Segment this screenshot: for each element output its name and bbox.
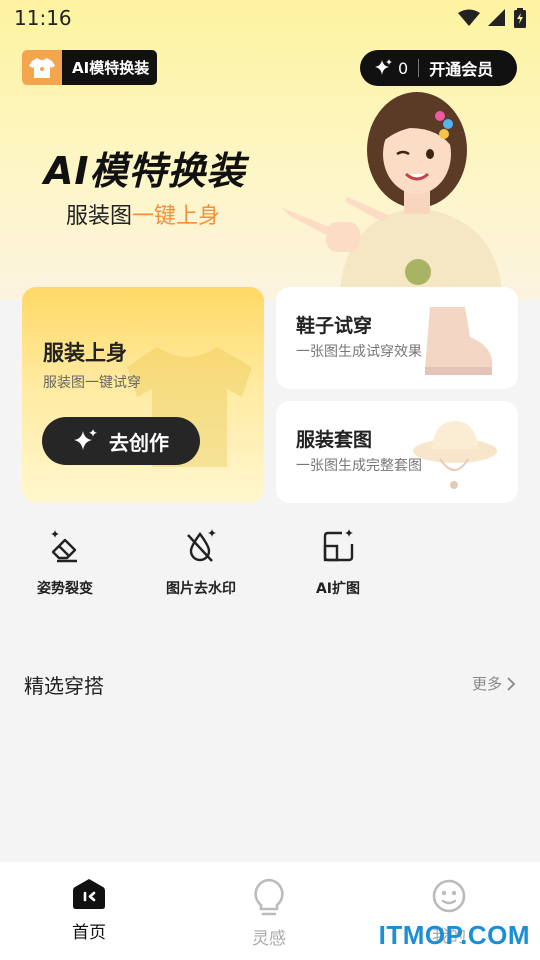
battery-icon <box>514 8 526 28</box>
watermark: ITMOP.COM <box>378 920 530 950</box>
outfit-set-card-subtitle: 一张图生成完整套图 <box>296 458 422 474</box>
lightbulb-icon <box>254 878 284 916</box>
hero-subtitle-accent: 一键上身 <box>132 204 221 229</box>
model-illustration <box>282 92 502 288</box>
create-button-label: 去创作 <box>109 430 169 455</box>
wifi-icon <box>458 9 480 26</box>
feature-card-main[interactable]: 服装上身 服装图一键试穿 去创作 <box>22 287 264 503</box>
shoes-card-subtitle: 一张图生成试穿效果 <box>296 344 422 360</box>
hero-subtitle-plain: 服装图 <box>66 204 133 229</box>
hat-illustration <box>413 421 497 489</box>
tool-remove-watermark[interactable]: 图片去水印 <box>146 528 256 598</box>
tool-label: 姿势裂变 <box>37 581 93 597</box>
vip-button-label: 开通会员 <box>429 60 494 79</box>
no-droplet-icon <box>187 529 216 562</box>
status-bar: 11:16 <box>0 0 540 36</box>
main-card-subtitle: 服装图一键试穿 <box>43 375 141 391</box>
home-icon <box>73 879 105 909</box>
more-link-label: 更多 <box>471 675 502 693</box>
tool-pose-variation[interactable]: 姿势裂变 <box>10 528 120 598</box>
section-title: 精选穿搭 <box>24 674 104 698</box>
status-icons <box>458 8 526 28</box>
chevron-right-icon <box>507 676 516 691</box>
sparkle-icon <box>375 59 392 75</box>
signal-icon <box>488 9 505 26</box>
credits-count: 0 <box>398 58 409 78</box>
hero-title: AI模特换装 <box>44 149 246 193</box>
tool-label: AI扩图 <box>315 581 361 597</box>
nav-label-inspiration: 灵感 <box>252 929 286 949</box>
smiley-icon <box>432 879 466 913</box>
shoes-card-title: 鞋子试穿 <box>296 315 373 337</box>
tool-ai-expand[interactable]: AI扩图 <box>283 528 393 598</box>
feature-card-outfit-set[interactable]: 服装套图 一张图生成完整套图 <box>276 401 518 503</box>
more-link[interactable]: 更多 <box>472 673 516 694</box>
vip-divider <box>418 59 420 77</box>
expand-image-icon <box>323 529 354 562</box>
tools-row: 姿势裂变 图片去水印 AI扩图 <box>0 528 540 608</box>
outfit-set-card-title: 服装套图 <box>296 429 373 451</box>
shoe-illustration <box>425 307 493 375</box>
app-badge: AI模特换装 <box>22 50 158 85</box>
hero-subtitle: 服装图一键上身 <box>66 198 220 230</box>
create-button[interactable]: 去创作 <box>42 417 200 465</box>
tool-label: 图片去水印 <box>166 581 236 597</box>
feature-card-shoes[interactable]: 鞋子试穿 一张图生成试穿效果 <box>276 287 518 389</box>
tshirt-icon <box>22 50 62 85</box>
sparkle-icon <box>74 429 97 450</box>
status-time: 11:16 <box>14 6 72 30</box>
nav-label-home: 首页 <box>72 923 106 943</box>
eraser-sparkle-icon <box>51 530 77 563</box>
main-card-title: 服装上身 <box>43 341 127 365</box>
vip-button[interactable]: 0 开通会员 <box>360 50 517 86</box>
nav-item-inspiration[interactable]: 灵感 <box>209 878 329 949</box>
app-badge-label: AI模特换装 <box>62 50 158 85</box>
nav-item-home[interactable]: 首页 <box>29 878 149 943</box>
